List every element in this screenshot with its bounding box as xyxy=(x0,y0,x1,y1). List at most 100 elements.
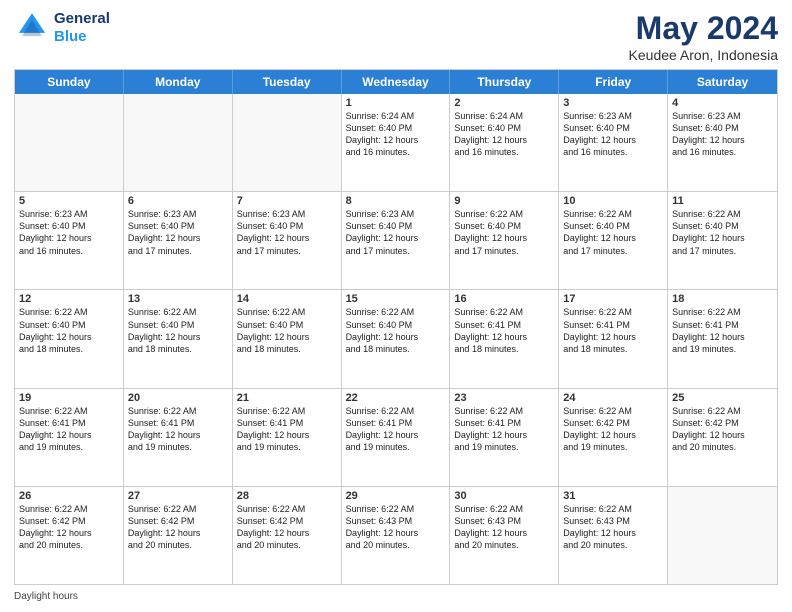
day-info: Sunrise: 6:22 AM Sunset: 6:42 PM Dayligh… xyxy=(19,503,119,552)
day-info: Sunrise: 6:23 AM Sunset: 6:40 PM Dayligh… xyxy=(128,208,228,257)
calendar-cell: 8Sunrise: 6:23 AM Sunset: 6:40 PM Daylig… xyxy=(342,192,451,289)
day-number: 22 xyxy=(346,392,446,404)
calendar-cell xyxy=(233,94,342,191)
day-info: Sunrise: 6:22 AM Sunset: 6:40 PM Dayligh… xyxy=(346,306,446,355)
calendar-week-5: 26Sunrise: 6:22 AM Sunset: 6:42 PM Dayli… xyxy=(15,487,777,584)
calendar-week-1: 1Sunrise: 6:24 AM Sunset: 6:40 PM Daylig… xyxy=(15,94,777,192)
day-number: 10 xyxy=(563,195,663,207)
day-info: Sunrise: 6:24 AM Sunset: 6:40 PM Dayligh… xyxy=(346,110,446,159)
day-info: Sunrise: 6:22 AM Sunset: 6:40 PM Dayligh… xyxy=(454,208,554,257)
calendar-week-4: 19Sunrise: 6:22 AM Sunset: 6:41 PM Dayli… xyxy=(15,389,777,487)
logo-text: General Blue xyxy=(54,10,110,46)
day-number: 3 xyxy=(563,97,663,109)
calendar-cell: 3Sunrise: 6:23 AM Sunset: 6:40 PM Daylig… xyxy=(559,94,668,191)
header: General Blue May 2024 Keudee Aron, Indon… xyxy=(14,10,778,63)
day-number: 14 xyxy=(237,293,337,305)
calendar-cell: 6Sunrise: 6:23 AM Sunset: 6:40 PM Daylig… xyxy=(124,192,233,289)
day-number: 21 xyxy=(237,392,337,404)
day-info: Sunrise: 6:24 AM Sunset: 6:40 PM Dayligh… xyxy=(454,110,554,159)
day-info: Sunrise: 6:22 AM Sunset: 6:40 PM Dayligh… xyxy=(672,208,773,257)
calendar-cell: 5Sunrise: 6:23 AM Sunset: 6:40 PM Daylig… xyxy=(15,192,124,289)
logo-icon xyxy=(14,10,50,46)
calendar-cell: 7Sunrise: 6:23 AM Sunset: 6:40 PM Daylig… xyxy=(233,192,342,289)
calendar-cell: 9Sunrise: 6:22 AM Sunset: 6:40 PM Daylig… xyxy=(450,192,559,289)
footer: Daylight hours xyxy=(14,591,778,602)
day-number: 27 xyxy=(128,490,228,502)
calendar-cell xyxy=(668,487,777,584)
calendar-cell: 13Sunrise: 6:22 AM Sunset: 6:40 PM Dayli… xyxy=(124,290,233,387)
calendar-header-monday: Monday xyxy=(124,70,233,94)
calendar-week-3: 12Sunrise: 6:22 AM Sunset: 6:40 PM Dayli… xyxy=(15,290,777,388)
calendar-cell: 25Sunrise: 6:22 AM Sunset: 6:42 PM Dayli… xyxy=(668,389,777,486)
day-number: 30 xyxy=(454,490,554,502)
logo: General Blue xyxy=(14,10,110,46)
day-number: 7 xyxy=(237,195,337,207)
day-number: 11 xyxy=(672,195,773,207)
calendar-cell: 1Sunrise: 6:24 AM Sunset: 6:40 PM Daylig… xyxy=(342,94,451,191)
day-info: Sunrise: 6:22 AM Sunset: 6:41 PM Dayligh… xyxy=(19,405,119,454)
calendar-cell: 29Sunrise: 6:22 AM Sunset: 6:43 PM Dayli… xyxy=(342,487,451,584)
day-number: 18 xyxy=(672,293,773,305)
calendar-cell: 14Sunrise: 6:22 AM Sunset: 6:40 PM Dayli… xyxy=(233,290,342,387)
calendar-header-sunday: Sunday xyxy=(15,70,124,94)
calendar-cell: 28Sunrise: 6:22 AM Sunset: 6:42 PM Dayli… xyxy=(233,487,342,584)
day-number: 8 xyxy=(346,195,446,207)
calendar-cell: 31Sunrise: 6:22 AM Sunset: 6:43 PM Dayli… xyxy=(559,487,668,584)
day-number: 25 xyxy=(672,392,773,404)
day-info: Sunrise: 6:22 AM Sunset: 6:43 PM Dayligh… xyxy=(454,503,554,552)
calendar-cell: 20Sunrise: 6:22 AM Sunset: 6:41 PM Dayli… xyxy=(124,389,233,486)
calendar-cell: 15Sunrise: 6:22 AM Sunset: 6:40 PM Dayli… xyxy=(342,290,451,387)
day-number: 29 xyxy=(346,490,446,502)
day-info: Sunrise: 6:23 AM Sunset: 6:40 PM Dayligh… xyxy=(672,110,773,159)
day-info: Sunrise: 6:22 AM Sunset: 6:42 PM Dayligh… xyxy=(563,405,663,454)
day-info: Sunrise: 6:22 AM Sunset: 6:41 PM Dayligh… xyxy=(454,405,554,454)
day-info: Sunrise: 6:22 AM Sunset: 6:40 PM Dayligh… xyxy=(563,208,663,257)
day-number: 23 xyxy=(454,392,554,404)
calendar-cell: 19Sunrise: 6:22 AM Sunset: 6:41 PM Dayli… xyxy=(15,389,124,486)
day-number: 4 xyxy=(672,97,773,109)
day-number: 24 xyxy=(563,392,663,404)
day-number: 12 xyxy=(19,293,119,305)
calendar-cell: 18Sunrise: 6:22 AM Sunset: 6:41 PM Dayli… xyxy=(668,290,777,387)
calendar-cell: 21Sunrise: 6:22 AM Sunset: 6:41 PM Dayli… xyxy=(233,389,342,486)
day-number: 19 xyxy=(19,392,119,404)
day-info: Sunrise: 6:22 AM Sunset: 6:42 PM Dayligh… xyxy=(128,503,228,552)
day-number: 1 xyxy=(346,97,446,109)
day-number: 9 xyxy=(454,195,554,207)
calendar-title: May 2024 xyxy=(629,10,778,47)
calendar-cell: 30Sunrise: 6:22 AM Sunset: 6:43 PM Dayli… xyxy=(450,487,559,584)
day-info: Sunrise: 6:22 AM Sunset: 6:41 PM Dayligh… xyxy=(128,405,228,454)
day-info: Sunrise: 6:22 AM Sunset: 6:40 PM Dayligh… xyxy=(237,306,337,355)
calendar-cell: 17Sunrise: 6:22 AM Sunset: 6:41 PM Dayli… xyxy=(559,290,668,387)
calendar-header-thursday: Thursday xyxy=(450,70,559,94)
day-number: 16 xyxy=(454,293,554,305)
day-info: Sunrise: 6:22 AM Sunset: 6:43 PM Dayligh… xyxy=(563,503,663,552)
day-info: Sunrise: 6:22 AM Sunset: 6:41 PM Dayligh… xyxy=(237,405,337,454)
page: General Blue May 2024 Keudee Aron, Indon… xyxy=(0,0,792,612)
calendar: SundayMondayTuesdayWednesdayThursdayFrid… xyxy=(14,69,778,585)
day-info: Sunrise: 6:22 AM Sunset: 6:40 PM Dayligh… xyxy=(128,306,228,355)
day-info: Sunrise: 6:23 AM Sunset: 6:40 PM Dayligh… xyxy=(346,208,446,257)
day-info: Sunrise: 6:22 AM Sunset: 6:41 PM Dayligh… xyxy=(454,306,554,355)
day-info: Sunrise: 6:23 AM Sunset: 6:40 PM Dayligh… xyxy=(237,208,337,257)
calendar-cell xyxy=(15,94,124,191)
calendar-cell: 16Sunrise: 6:22 AM Sunset: 6:41 PM Dayli… xyxy=(450,290,559,387)
calendar-body: 1Sunrise: 6:24 AM Sunset: 6:40 PM Daylig… xyxy=(15,94,777,584)
calendar-cell: 23Sunrise: 6:22 AM Sunset: 6:41 PM Dayli… xyxy=(450,389,559,486)
calendar-subtitle: Keudee Aron, Indonesia xyxy=(629,47,778,63)
day-info: Sunrise: 6:22 AM Sunset: 6:40 PM Dayligh… xyxy=(19,306,119,355)
day-number: 2 xyxy=(454,97,554,109)
calendar-cell: 27Sunrise: 6:22 AM Sunset: 6:42 PM Dayli… xyxy=(124,487,233,584)
calendar-cell: 2Sunrise: 6:24 AM Sunset: 6:40 PM Daylig… xyxy=(450,94,559,191)
daylight-hours-label: Daylight hours xyxy=(14,591,78,602)
day-info: Sunrise: 6:22 AM Sunset: 6:43 PM Dayligh… xyxy=(346,503,446,552)
calendar-week-2: 5Sunrise: 6:23 AM Sunset: 6:40 PM Daylig… xyxy=(15,192,777,290)
day-number: 6 xyxy=(128,195,228,207)
calendar-header-tuesday: Tuesday xyxy=(233,70,342,94)
day-info: Sunrise: 6:23 AM Sunset: 6:40 PM Dayligh… xyxy=(19,208,119,257)
day-info: Sunrise: 6:22 AM Sunset: 6:42 PM Dayligh… xyxy=(237,503,337,552)
day-number: 5 xyxy=(19,195,119,207)
day-info: Sunrise: 6:22 AM Sunset: 6:41 PM Dayligh… xyxy=(346,405,446,454)
calendar-cell: 11Sunrise: 6:22 AM Sunset: 6:40 PM Dayli… xyxy=(668,192,777,289)
day-number: 15 xyxy=(346,293,446,305)
